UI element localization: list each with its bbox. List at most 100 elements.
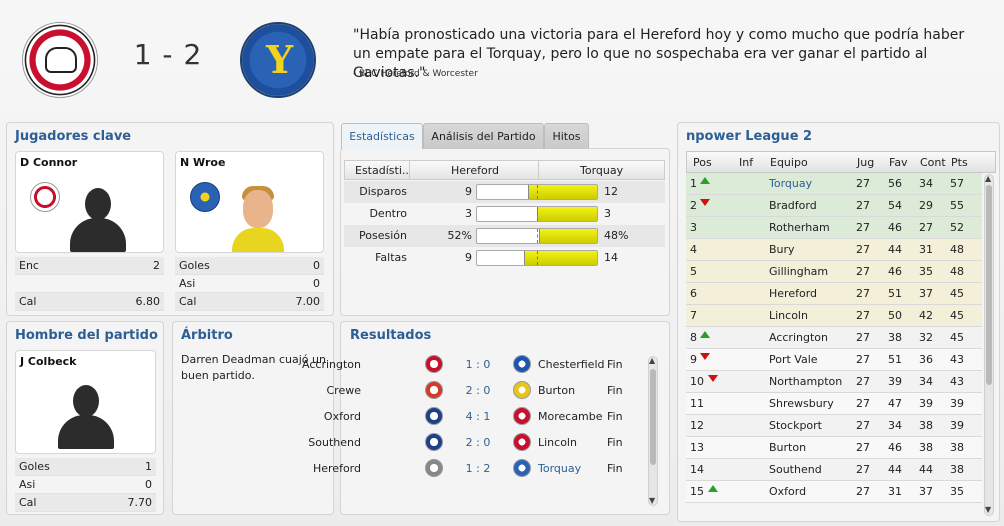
result-score[interactable]: 1 : 0 [461, 358, 495, 371]
result-row[interactable]: Crewe 2 : 0 Burton Fin [327, 380, 643, 406]
result-home-team[interactable]: Accrington [302, 358, 361, 371]
result-score[interactable]: 1 : 2 [461, 462, 495, 475]
result-away-team[interactable]: Burton [538, 384, 575, 397]
league-row[interactable]: 13 Burton 27 46 38 38 [686, 437, 982, 459]
league-team[interactable]: Torquay [769, 177, 812, 190]
result-row[interactable]: Accrington 1 : 0 Chesterfield Fin [302, 354, 643, 380]
league-row[interactable]: 9 Port Vale 27 51 36 43 [686, 349, 982, 371]
league-team[interactable]: Shrewsbury [769, 397, 834, 410]
league-row[interactable]: 5 Gillingham 27 46 35 48 [686, 261, 982, 283]
league-row[interactable]: 8 Accrington 27 38 32 45 [686, 327, 982, 349]
league-row[interactable]: 6 Hereford 27 51 37 45 [686, 283, 982, 305]
league-row[interactable]: 12 Stockport 27 34 38 39 [686, 415, 982, 437]
league-points: 45 [950, 331, 964, 344]
league-team[interactable]: Bury [769, 243, 795, 256]
league-points: 43 [950, 353, 964, 366]
league-row[interactable]: 14 Southend 27 44 44 38 [686, 459, 982, 481]
league-col-fav[interactable]: Fav [889, 156, 908, 169]
result-home-team[interactable]: Crewe [327, 384, 362, 397]
results-scrollbar[interactable] [648, 356, 658, 506]
result-away-team[interactable]: Morecambe [538, 410, 603, 423]
league-team[interactable]: Gillingham [769, 265, 828, 278]
league-pos: 2 [690, 199, 697, 212]
league-against: 37 [919, 287, 933, 300]
league-col-inf[interactable]: Inf [739, 156, 753, 169]
result-score[interactable]: 2 : 0 [461, 384, 495, 397]
league-team[interactable]: Accrington [769, 331, 828, 344]
result-score[interactable]: 2 : 0 [461, 436, 495, 449]
tab-estadisticas[interactable]: Estadísticas [341, 123, 423, 149]
result-row[interactable]: Hereford 1 : 2 Torquay Fin [313, 458, 643, 484]
torquay-crest-icon[interactable]: Y [240, 22, 316, 98]
league-team[interactable]: Rotherham [769, 221, 830, 234]
league-col-pts[interactable]: Pts [951, 156, 968, 169]
player-photo [228, 184, 288, 252]
league-team[interactable]: Southend [769, 463, 822, 476]
result-score[interactable]: 4 : 1 [461, 410, 495, 423]
result-row[interactable]: Oxford 4 : 1 Morecambe Fin [324, 406, 643, 432]
stat-row: Cal 7.70 [15, 494, 156, 512]
league-points: 38 [950, 463, 964, 476]
league-for: 54 [888, 199, 902, 212]
motm-card[interactable]: J Colbeck [15, 350, 156, 454]
league-scroll-down-icon[interactable]: ▼ [985, 505, 991, 514]
league-row[interactable]: 7 Lincoln 27 50 42 45 [686, 305, 982, 327]
league-for: 50 [888, 309, 902, 322]
result-home-team[interactable]: Oxford [324, 410, 361, 423]
league-team[interactable]: Lincoln [769, 309, 808, 322]
stat-row: Cal 6.80 [15, 293, 164, 311]
league-team[interactable]: Northampton [769, 375, 842, 388]
tab-analisis[interactable]: Análisis del Partido [423, 123, 544, 149]
key-player-home-name: D Connor [20, 156, 78, 169]
stats-col-home[interactable]: Hereford [451, 164, 499, 177]
hereford-crest-icon[interactable] [22, 22, 98, 98]
league-scroll-up-icon[interactable]: ▲ [985, 174, 991, 183]
league-for: 47 [888, 397, 902, 410]
key-players-panel: Jugadores clave D Connor Enc 2 Cal 6.80 N … [6, 122, 334, 316]
league-points: 35 [950, 485, 964, 498]
league-team[interactable]: Burton [769, 441, 806, 454]
league-row[interactable]: 15 Oxford 27 31 37 35 [686, 481, 982, 503]
league-team[interactable]: Hereford [769, 287, 817, 300]
league-row[interactable]: 4 Bury 27 44 31 48 [686, 239, 982, 261]
league-col-jug[interactable]: Jug [857, 156, 874, 169]
league-played: 27 [856, 177, 870, 190]
league-row[interactable]: 11 Shrewsbury 27 47 39 39 [686, 393, 982, 415]
motm-panel: Hombre del partido J Colbeck Goles 1 Asi 0… [6, 321, 164, 515]
tab-hitos[interactable]: Hitos [544, 123, 589, 149]
league-team[interactable]: Oxford [769, 485, 806, 498]
league-header: Pos Inf Equipo Jug Fav Cont Pts [686, 151, 996, 173]
league-scrollbar[interactable] [984, 174, 994, 516]
league-row[interactable]: 1 Torquay 27 56 34 57 [686, 173, 982, 195]
stats-bar-fill [539, 229, 597, 243]
league-team[interactable]: Port Vale [769, 353, 818, 366]
result-away-team[interactable]: Chesterfield [538, 358, 605, 371]
league-pos: 5 [690, 265, 697, 278]
league-col-team[interactable]: Equipo [770, 156, 808, 169]
league-points: 39 [950, 419, 964, 432]
league-title[interactable]: npower League 2 [686, 129, 812, 144]
league-col-pos[interactable]: Pos [693, 156, 712, 169]
league-row[interactable]: 10 Northampton 27 39 34 43 [686, 371, 982, 393]
result-home-team[interactable]: Southend [308, 436, 361, 449]
key-player-home-card[interactable]: D Connor [15, 151, 164, 253]
key-player-away-card[interactable]: N Wroe [175, 151, 324, 253]
torquay-mini-crest-icon [190, 182, 220, 212]
league-row[interactable]: 2 Bradford 27 54 29 55 [686, 195, 982, 217]
trend-down-icon [708, 375, 718, 382]
league-col-cont[interactable]: Cont [920, 156, 946, 169]
league-points: 48 [950, 265, 964, 278]
stats-col-stat[interactable]: Estadísti.. [355, 164, 409, 177]
result-away-team[interactable]: Torquay [538, 462, 581, 475]
result-home-team[interactable]: Hereford [313, 462, 361, 475]
league-for: 39 [888, 375, 902, 388]
league-team[interactable]: Stockport [769, 419, 822, 432]
result-row[interactable]: Southend 2 : 0 Lincoln Fin [308, 432, 643, 458]
league-for: 44 [888, 463, 902, 476]
result-away-team[interactable]: Lincoln [538, 436, 577, 449]
league-row[interactable]: 3 Rotherham 27 46 27 52 [686, 217, 982, 239]
stats-col-away[interactable]: Torquay [580, 164, 623, 177]
results-scroll-down-icon[interactable]: ▼ [649, 496, 655, 505]
results-scroll-up-icon[interactable]: ▲ [649, 356, 655, 365]
league-team[interactable]: Bradford [769, 199, 817, 212]
